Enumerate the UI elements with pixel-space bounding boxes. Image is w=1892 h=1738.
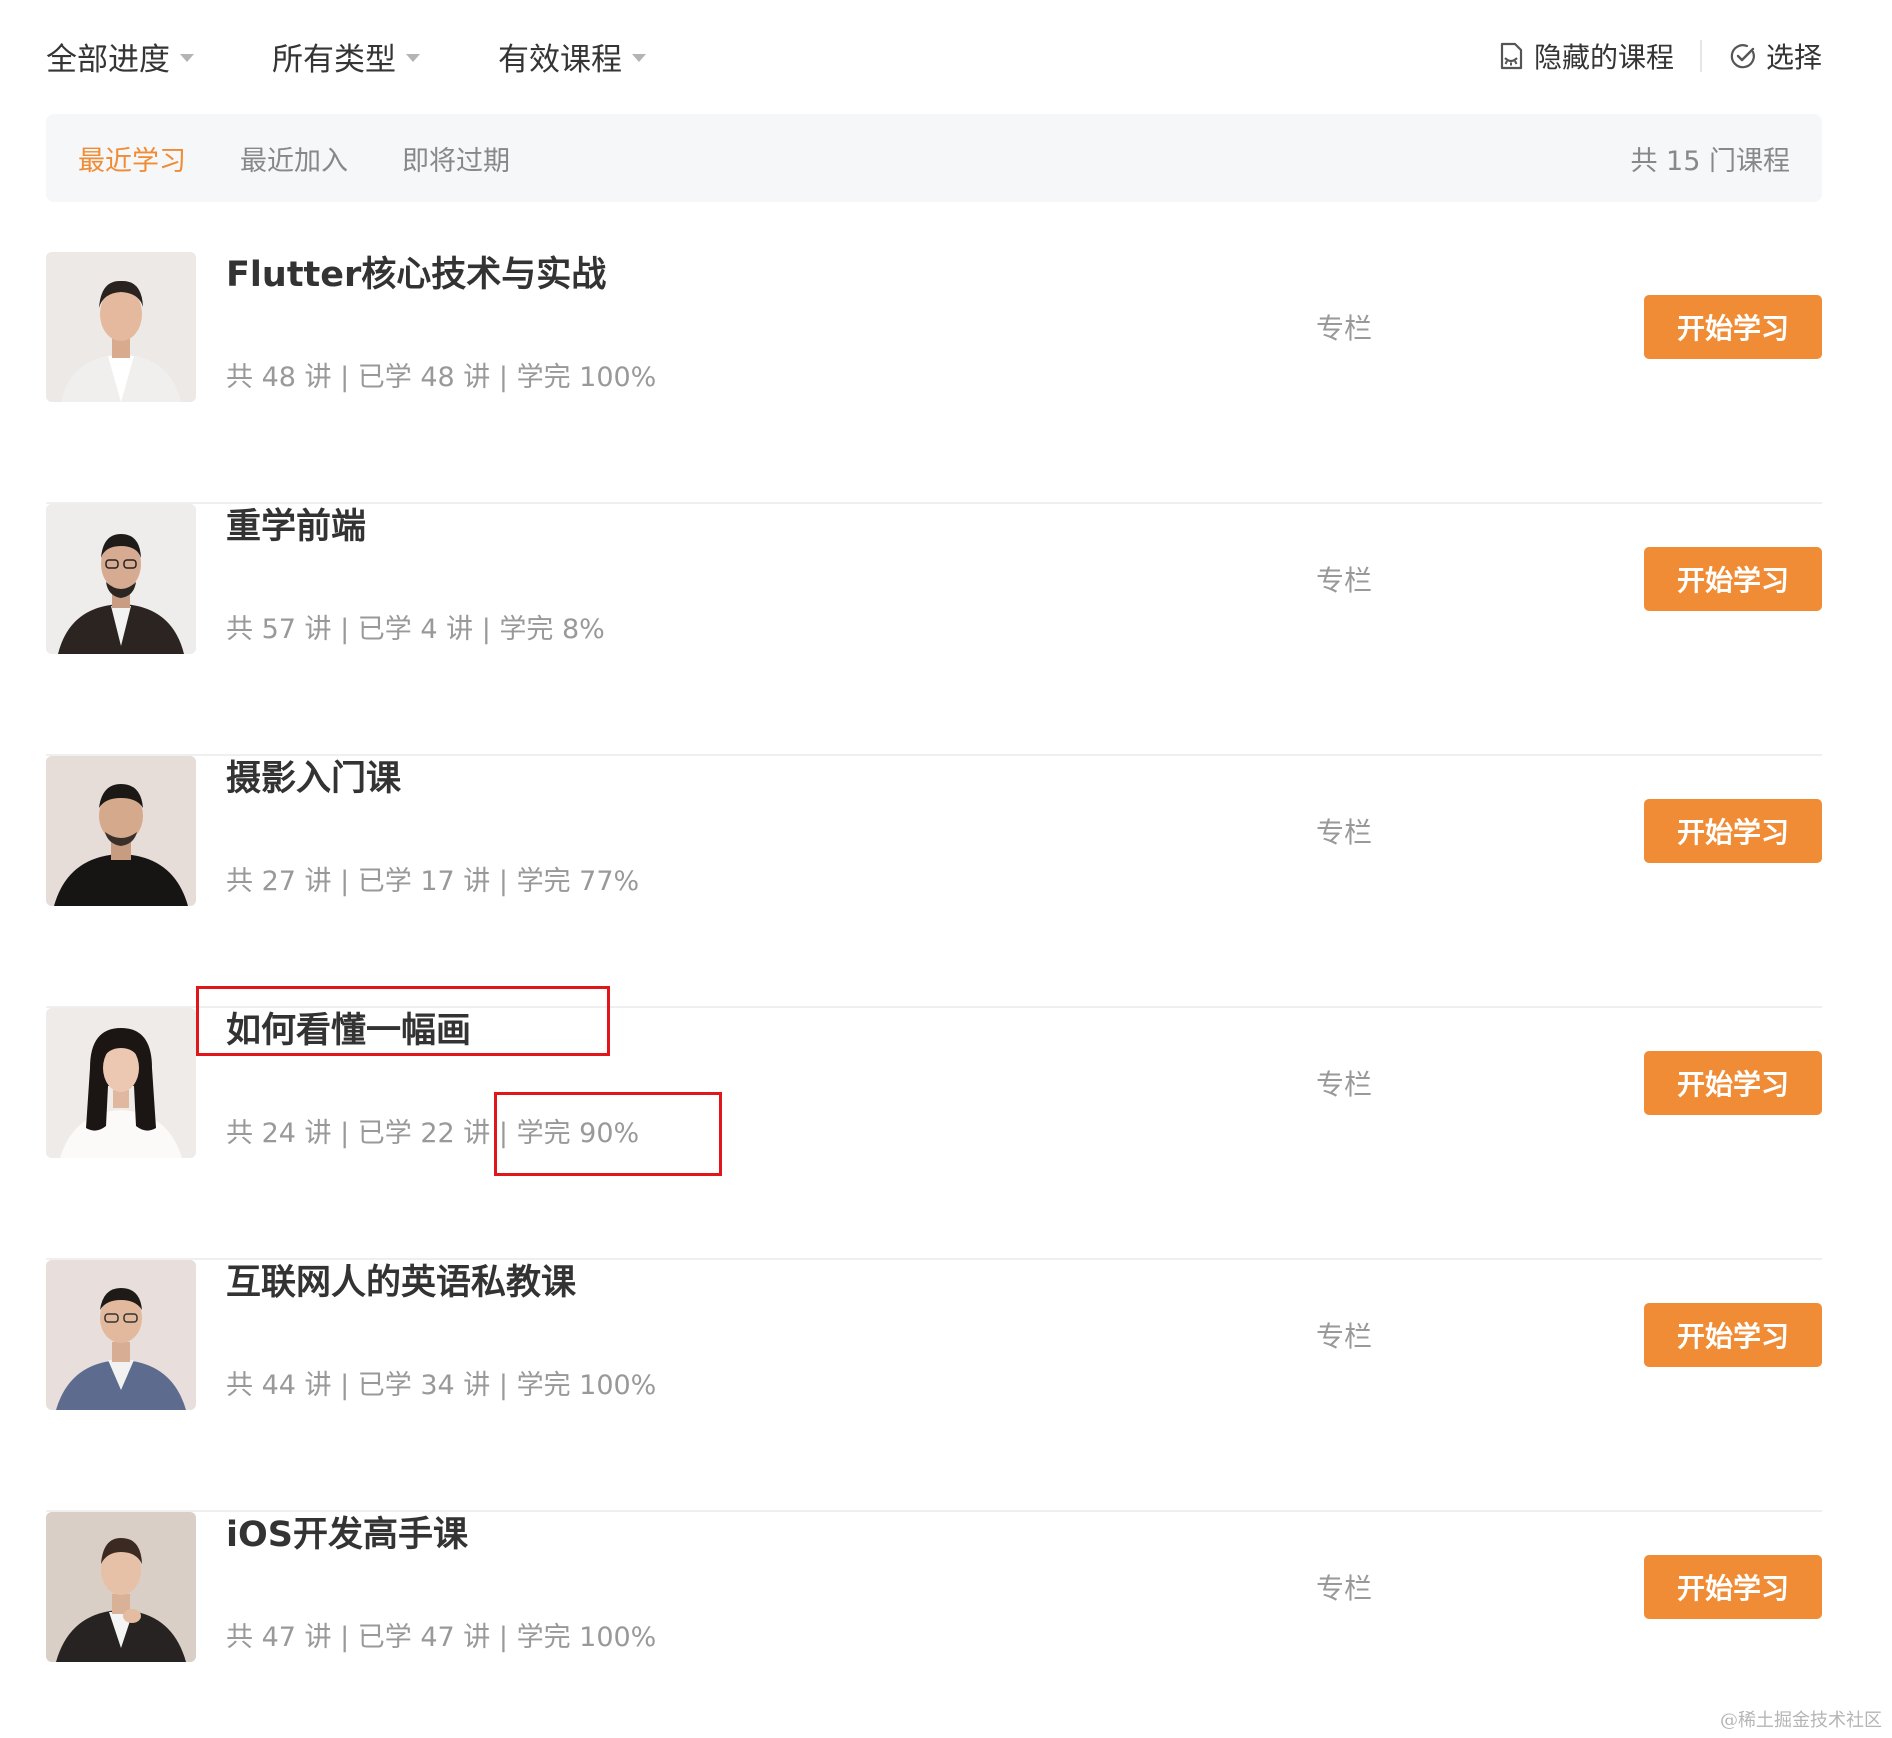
- sort-bar: 最近学习 最近加入 即将过期 共 15 门课程: [46, 114, 1822, 202]
- course-title[interactable]: 如何看懂一幅画: [226, 1008, 471, 1054]
- filter-progress-label: 全部进度: [46, 41, 170, 78]
- hidden-courses-button[interactable]: 隐藏的课程: [1496, 36, 1674, 76]
- instructor-avatar: [46, 1008, 196, 1158]
- instructor-avatar: [46, 1260, 196, 1410]
- action-divider: [1699, 40, 1702, 72]
- filter-bar: 全部进度 所有类型 有效课程 隐藏的课程 选择: [46, 32, 1822, 80]
- course-progress: 共 27 讲 | 已学 17 讲 | 学完 77%: [226, 866, 640, 897]
- course-progress: 共 24 讲 | 已学 22 讲 | 学完 90%: [226, 1118, 640, 1149]
- filter-validity-dropdown[interactable]: 有效课程: [498, 34, 646, 79]
- course-title[interactable]: Flutter核心技术与实战: [226, 252, 606, 298]
- course-count: 共 15 门课程: [1630, 145, 1790, 177]
- instructor-avatar: [46, 1512, 196, 1662]
- course-type: 专栏: [1316, 312, 1373, 345]
- course-type: 专栏: [1316, 1572, 1373, 1605]
- start-learning-button[interactable]: 开始学习: [1644, 1051, 1822, 1115]
- course-title[interactable]: 摄影入门课: [226, 756, 401, 802]
- course-row[interactable]: Flutter核心技术与实战 共 48 讲 | 已学 48 讲 | 学完 100…: [46, 252, 1822, 504]
- caret-down-icon: [180, 53, 194, 62]
- select-label: 选择: [1765, 41, 1822, 74]
- instructor-avatar: [46, 252, 196, 402]
- filter-progress-dropdown[interactable]: 全部进度: [46, 34, 194, 79]
- watermark: @稀土掘金技术社区: [1720, 1710, 1882, 1731]
- course-row[interactable]: iOS开发高手课 共 47 讲 | 已学 47 讲 | 学完 100% 专栏 开…: [46, 1512, 1822, 1738]
- course-row[interactable]: 重学前端 共 57 讲 | 已学 4 讲 | 学完 8% 专栏 开始学习: [46, 504, 1822, 756]
- caret-down-icon: [632, 53, 646, 62]
- filter-type-label: 所有类型: [272, 41, 396, 78]
- start-learning-button[interactable]: 开始学习: [1644, 1555, 1822, 1619]
- course-type: 专栏: [1316, 1068, 1373, 1101]
- tab-recent-study[interactable]: 最近学习: [78, 139, 186, 178]
- course-title[interactable]: 重学前端: [226, 504, 366, 550]
- tab-recently-added[interactable]: 最近加入: [240, 139, 348, 178]
- caret-down-icon: [406, 53, 420, 62]
- start-learning-button[interactable]: 开始学习: [1644, 799, 1822, 863]
- course-progress: 共 47 讲 | 已学 47 讲 | 学完 100%: [226, 1622, 657, 1653]
- course-row[interactable]: 摄影入门课 共 27 讲 | 已学 17 讲 | 学完 77% 专栏 开始学习: [46, 756, 1822, 1008]
- course-list-page: 全部进度 所有类型 有效课程 隐藏的课程 选择 最近学习 最近加入 即将过期 共…: [0, 0, 1892, 1738]
- course-progress: 共 48 讲 | 已学 48 讲 | 学完 100%: [226, 362, 657, 393]
- course-title[interactable]: iOS开发高手课: [226, 1512, 468, 1558]
- tab-expiring-soon[interactable]: 即将过期: [402, 139, 510, 178]
- course-type: 专栏: [1316, 564, 1373, 597]
- hidden-courses-label: 隐藏的课程: [1533, 41, 1674, 74]
- course-row[interactable]: 互联网人的英语私教课 共 44 讲 | 已学 34 讲 | 学完 100% 专栏…: [46, 1260, 1822, 1512]
- filter-validity-label: 有效课程: [498, 41, 622, 78]
- start-learning-button[interactable]: 开始学习: [1644, 547, 1822, 611]
- hidden-eye-icon: [1500, 42, 1523, 70]
- start-learning-button[interactable]: 开始学习: [1644, 1303, 1822, 1367]
- instructor-avatar: [46, 756, 196, 906]
- course-type: 专栏: [1316, 1320, 1373, 1353]
- start-learning-button[interactable]: 开始学习: [1644, 295, 1822, 359]
- course-row[interactable]: 如何看懂一幅画 共 24 讲 | 已学 22 讲 | 学完 90% 专栏 开始学…: [46, 1008, 1822, 1260]
- course-title[interactable]: 互联网人的英语私教课: [226, 1260, 576, 1306]
- course-type: 专栏: [1316, 816, 1373, 849]
- course-progress: 共 57 讲 | 已学 4 讲 | 学完 8%: [226, 614, 605, 645]
- course-progress: 共 44 讲 | 已学 34 讲 | 学完 100%: [226, 1370, 657, 1401]
- check-circle-icon: [1730, 44, 1755, 69]
- instructor-avatar: [46, 504, 196, 654]
- filter-type-dropdown[interactable]: 所有类型: [272, 34, 420, 79]
- select-button[interactable]: 选择: [1728, 36, 1822, 76]
- top-actions: 隐藏的课程 选择: [1496, 36, 1822, 76]
